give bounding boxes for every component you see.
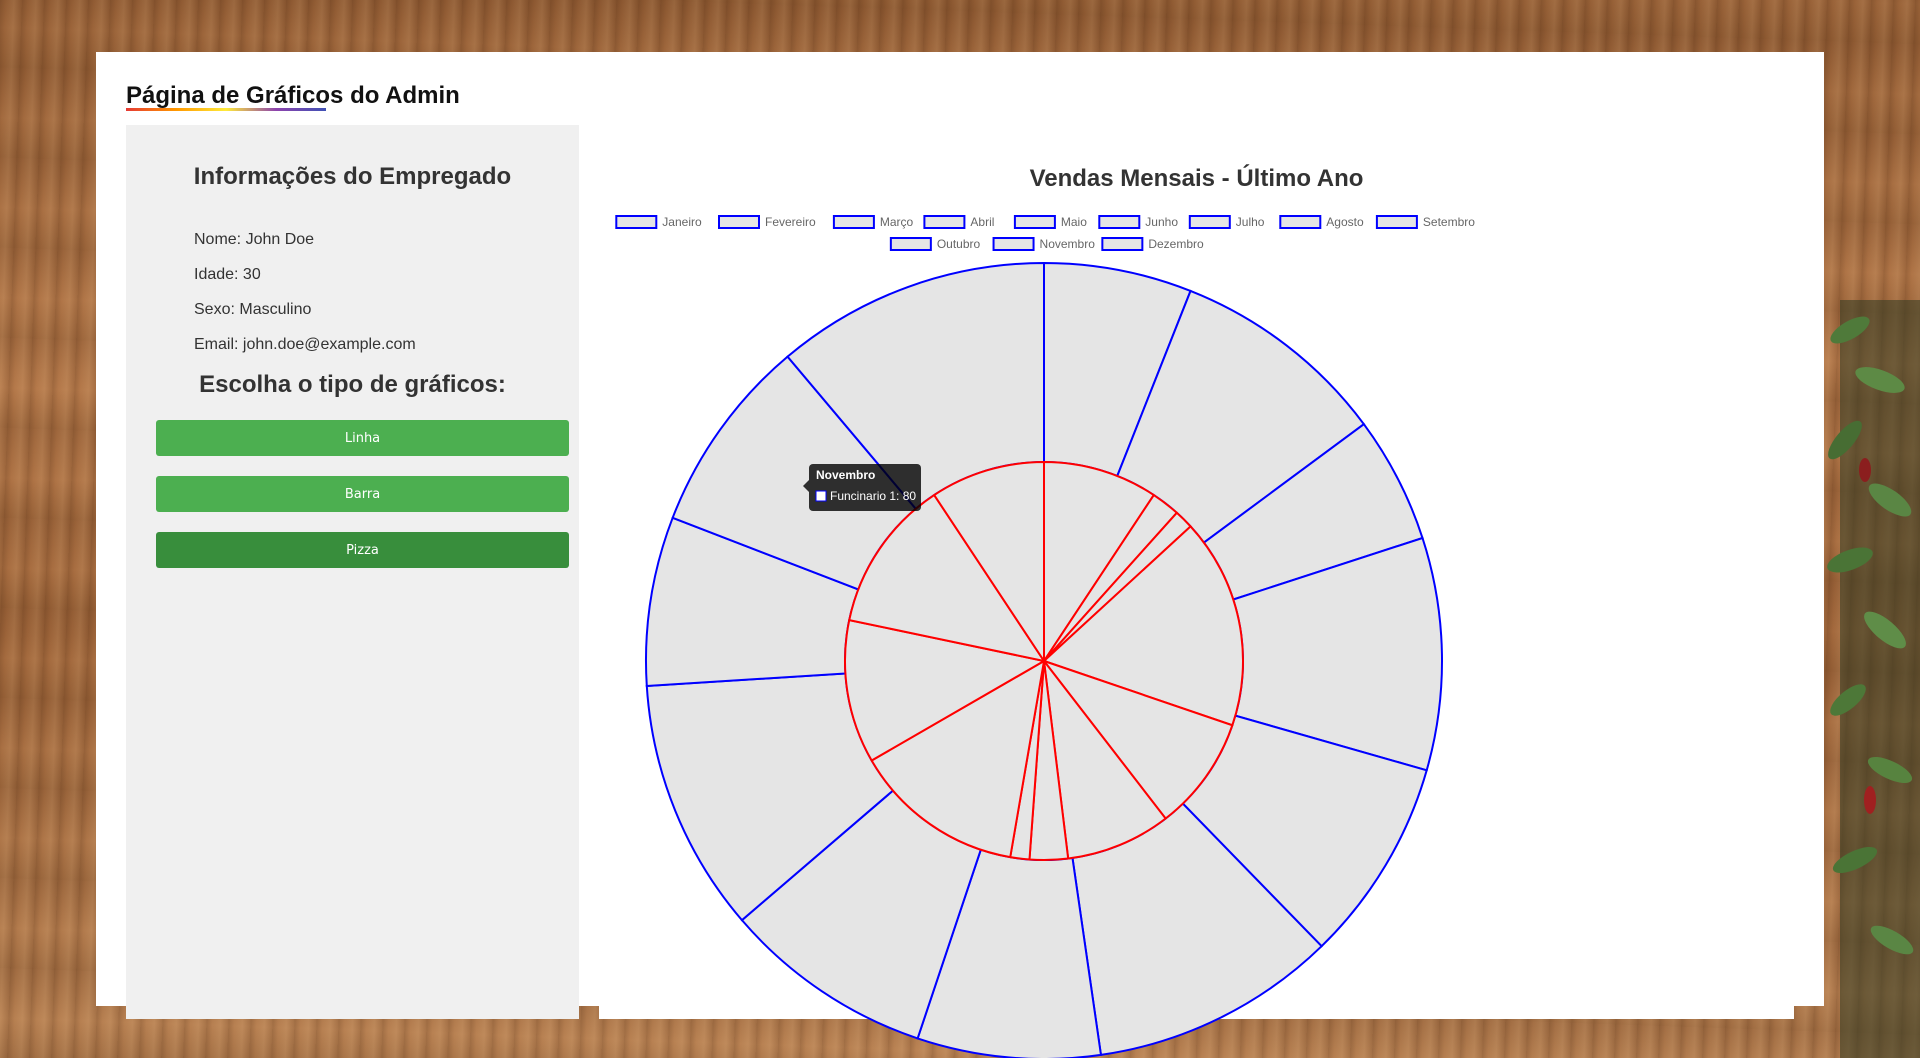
bar-chart-button[interactable]: Barra [156,476,569,512]
employee-name: Nome: John Doe [194,231,315,248]
pie-chart-button[interactable]: Pizza [156,532,569,568]
employee-sex: Sexo: Masculino [194,301,312,318]
employee-age: Idade: 30 [194,266,261,283]
chart-area: Vendas Mensais - Último Ano [599,125,1794,1019]
plant-decoration [1827,300,1920,1058]
chart-title: Vendas Mensais - Último Ano [1029,165,1364,192]
line-chart-button[interactable]: Linha [156,420,569,456]
employee-sidebar: Informações do Empregado Nome: John Doe … [126,125,579,1019]
employee-heading: Informações do Empregado [193,163,512,190]
employee-email: Email: john.doe@example.com [194,336,416,353]
title-underline [126,108,326,111]
main-card: Página de Gráficos do Admin Informações … [96,52,1824,1019]
chart-type-heading: Escolha o tipo de gráficos: [199,371,506,398]
page-title: Página de Gráficos do Admin [126,82,460,109]
